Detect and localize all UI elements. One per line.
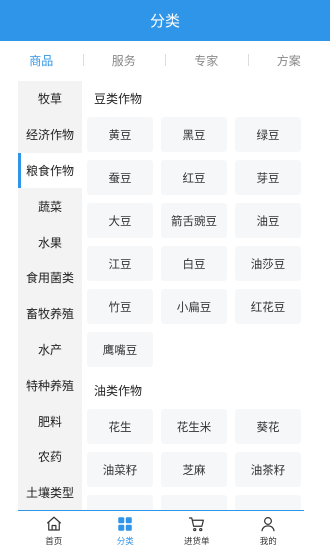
grid-icon	[116, 515, 134, 533]
sidebar-item-soil-types[interactable]: 土壤类型	[18, 475, 82, 510]
product-chip[interactable]: 芽豆	[235, 160, 301, 195]
product-chip[interactable]: 芝麻	[161, 452, 227, 487]
app-header: 分类	[0, 0, 330, 41]
category-tabs: 商品 服务 专家 方案	[0, 41, 330, 79]
product-chip[interactable]: 白豆	[161, 246, 227, 281]
oil-crops-grid: 花生 花生米 葵花 油菜籽 芝麻 油茶籽	[86, 409, 316, 510]
product-chip[interactable]: 蚕豆	[87, 160, 153, 195]
product-chip[interactable]: 油莎豆	[235, 246, 301, 281]
sidebar-item-forage[interactable]: 牧草	[18, 81, 82, 117]
sidebar-item-cash-crops[interactable]: 经济作物	[18, 117, 82, 153]
tab-plans[interactable]: 方案	[247, 52, 330, 69]
bottom-nav: 首页 分类 进货单 我的	[18, 510, 304, 550]
sidebar-item-special-breeding[interactable]: 特种养殖	[18, 367, 82, 403]
product-chip[interactable]: 油豆	[235, 203, 301, 238]
product-chip[interactable]: 绿豆	[235, 117, 301, 152]
product-chip[interactable]: 油茶籽	[235, 452, 301, 487]
product-chip[interactable]: 小扁豆	[161, 289, 227, 324]
product-chip[interactable]: 鹰嘴豆	[87, 332, 153, 367]
user-icon	[259, 515, 277, 533]
nav-category-label: 分类	[116, 536, 134, 547]
nav-profile[interactable]: 我的	[233, 515, 305, 547]
sidebar-item-grain-crops[interactable]: 粮食作物	[18, 152, 82, 189]
legumes-grid: 黄豆 黑豆 绿豆 蚕豆 红豆 芽豆 大豆 箭舌豌豆 油豆 江豆 白豆 油莎豆 竹…	[86, 117, 316, 367]
nav-cart[interactable]: 进货单	[161, 515, 233, 547]
nav-category[interactable]: 分类	[90, 515, 162, 547]
sidebar-item-vegetables[interactable]: 蔬菜	[18, 188, 82, 224]
sidebar-item-fruits[interactable]: 水果	[18, 224, 82, 260]
section-title-legumes: 豆类作物	[94, 92, 143, 106]
product-chip[interactable]: 大豆	[87, 203, 153, 238]
cart-icon	[188, 515, 206, 533]
nav-home-label: 首页	[45, 536, 63, 547]
page-title: 分类	[149, 12, 180, 30]
product-chip[interactable]: 黄豆	[87, 117, 153, 152]
product-chip[interactable]: 红花豆	[235, 289, 301, 324]
sidebar-item-pesticide[interactable]: 农药	[18, 439, 82, 475]
product-chip[interactable]: 箭舌豌豆	[161, 203, 227, 238]
product-chip[interactable]	[87, 495, 153, 510]
product-chip[interactable]: 红豆	[161, 160, 227, 195]
product-chip[interactable]: 黑豆	[161, 117, 227, 152]
category-content: 豆类作物 黄豆 黑豆 绿豆 蚕豆 红豆 芽豆 大豆 箭舌豌豆 油豆 江豆 白豆 …	[86, 81, 316, 510]
product-chip[interactable]: 葵花	[235, 409, 301, 444]
product-chip[interactable]: 花生米	[161, 409, 227, 444]
product-chip[interactable]: 花生	[87, 409, 153, 444]
sidebar-item-fertilizer[interactable]: 肥料	[18, 403, 82, 439]
sidebar-item-mushrooms[interactable]: 食用菌类	[18, 260, 82, 296]
sidebar-item-aquatic[interactable]: 水产	[18, 332, 82, 368]
product-chip[interactable]: 油菜籽	[87, 452, 153, 487]
section-title-oil-crops: 油类作物	[94, 384, 143, 398]
product-chip[interactable]: 江豆	[87, 246, 153, 281]
product-chip[interactable]	[161, 495, 227, 510]
nav-profile-label: 我的	[259, 536, 277, 547]
tab-experts[interactable]: 专家	[165, 52, 248, 69]
product-chip[interactable]: 竹豆	[87, 289, 153, 324]
sidebar-item-livestock[interactable]: 畜牧养殖	[18, 296, 82, 332]
home-icon	[45, 515, 63, 533]
nav-home[interactable]: 首页	[18, 515, 90, 547]
tab-services[interactable]: 服务	[82, 52, 166, 69]
category-sidebar: 牧草 经济作物 粮食作物 蔬菜 水果 食用菌类 畜牧养殖 水产 特种养殖 肥料 …	[18, 81, 82, 510]
tab-goods[interactable]: 商品	[0, 52, 83, 69]
product-chip[interactable]	[235, 495, 301, 510]
nav-cart-label: 进货单	[183, 536, 210, 547]
